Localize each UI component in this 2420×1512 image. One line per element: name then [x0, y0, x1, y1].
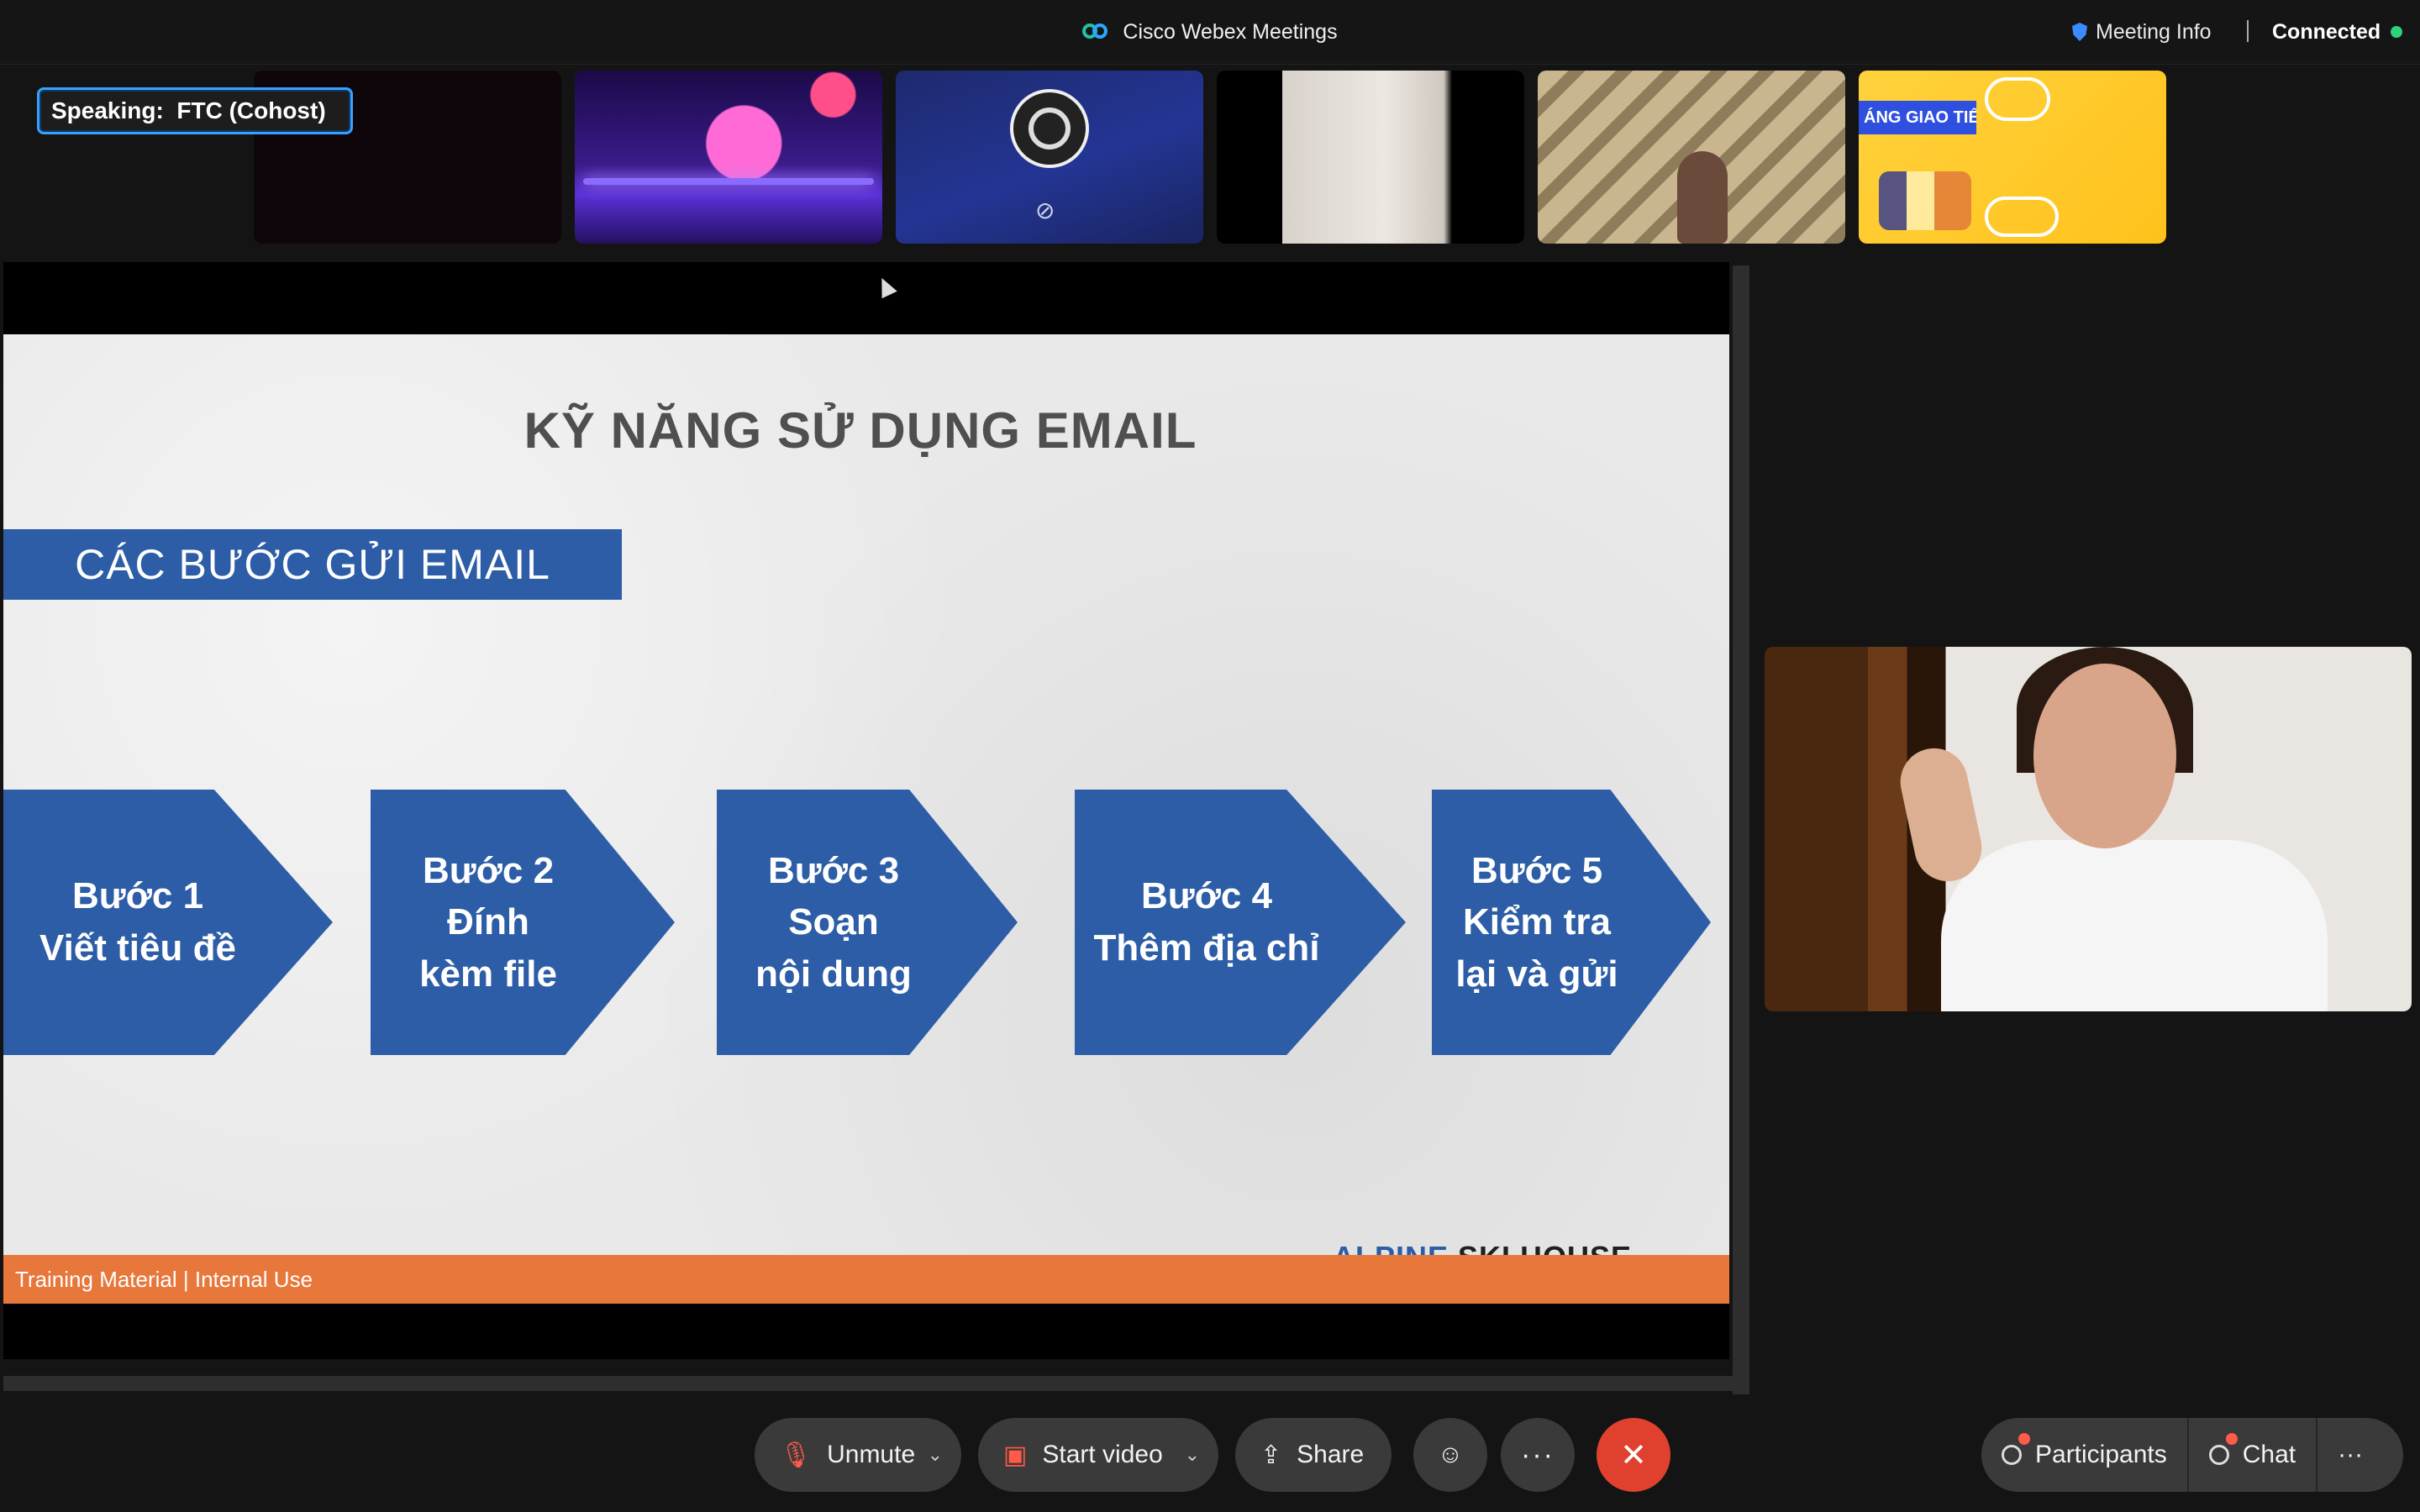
mic-off-icon: 🎙 — [780, 1441, 813, 1469]
step-arrow-5: Bước 5 Kiểm tra lại và gửi — [1432, 790, 1711, 1055]
close-icon: ✕ — [1620, 1437, 1647, 1473]
share-icon: ⇪ — [1260, 1441, 1282, 1469]
notification-badge — [2225, 1433, 2238, 1445]
chat-bubble-icon — [2208, 1445, 2229, 1465]
slide-footer: Training Material | Internal Use — [3, 1255, 1729, 1304]
participants-label: Participants — [2035, 1441, 2167, 1468]
panel-controls: Participants Chat ··· — [1981, 1418, 2403, 1492]
connection-dot-icon — [2391, 26, 2403, 38]
participant-thumbnail-2[interactable] — [575, 71, 882, 244]
title-divider — [2247, 20, 2249, 42]
chat-label: Chat — [2242, 1441, 2296, 1468]
horizontal-scrollbar[interactable] — [3, 1376, 1733, 1391]
step-arrow-2: Bước 2 Đính kèm file — [371, 790, 675, 1055]
share-button[interactable]: ⇪ Share — [1235, 1418, 1392, 1492]
presentation-slide: KỸ NĂNG SỬ DỤNG EMAIL CÁC BƯỚC GỬI EMAIL… — [3, 334, 1729, 1304]
connection-status: Connected — [2272, 18, 2403, 45]
video-off-icon: ⊘ — [1035, 197, 1055, 223]
slide-title: KỸ NĂNG SỬ DỤNG EMAIL — [523, 402, 1197, 459]
speech-bubble-icon — [1985, 197, 2059, 237]
presenter-body — [1941, 840, 2328, 1011]
participant-thumbnail-4[interactable] — [1217, 71, 1524, 244]
person-icon — [2002, 1445, 2022, 1465]
participant-thumbnail-6[interactable]: ÁNG GIAO TIẾP — [1859, 71, 2166, 244]
meeting-info-label: Meeting Info — [2096, 19, 2212, 44]
speaking-indicator: Speaking: FTC (Cohost) — [37, 87, 353, 134]
step-1-text: Bước 1 Viết tiêu đề — [39, 875, 236, 969]
participant-figure — [1677, 151, 1728, 244]
more-icon: ··· — [1521, 1438, 1555, 1471]
notification-badge — [2018, 1433, 2030, 1445]
step-arrow-1: Bước 1 Viết tiêu đề — [3, 790, 333, 1055]
app-title-group: Cisco Webex Meetings — [0, 0, 2420, 64]
panel-overflow-button[interactable]: ··· — [2316, 1418, 2383, 1492]
smiley-icon: ☺ — [1437, 1441, 1464, 1468]
step-5-text: Bước 5 Kiểm tra lại và gửi — [1455, 849, 1618, 995]
video-off-icon: ▣ — [1003, 1441, 1028, 1469]
meeting-info-button[interactable]: Meeting Info — [2072, 18, 2212, 45]
vertical-scrollbar[interactable] — [1733, 265, 1749, 1394]
step-3-text: Bước 3 Soạn nội dung — [755, 849, 912, 995]
unmute-button[interactable]: 🎙 Unmute ⌄ — [755, 1418, 961, 1492]
start-video-label: Start video — [1042, 1441, 1163, 1468]
speech-bubble-icon — [1985, 77, 2050, 121]
app-title: Cisco Webex Meetings — [1123, 19, 1338, 44]
slide-section-label: CÁC BƯỚC GỬI EMAIL — [3, 529, 622, 600]
leave-meeting-button[interactable]: ✕ — [1597, 1418, 1670, 1492]
step-arrow-4: Bước 4 Thêm địa chỉ — [1075, 790, 1406, 1055]
participant-thumbnail-5[interactable] — [1538, 71, 1845, 244]
step-2-text: Bước 2 Đính kèm file — [419, 849, 557, 995]
participants-button[interactable]: Participants — [1981, 1418, 2187, 1492]
step-arrow-3: Bước 3 Soạn nội dung — [717, 790, 1018, 1055]
thumbnail-banner-text: ÁNG GIAO TIẾP — [1859, 101, 1976, 134]
share-label: Share — [1297, 1441, 1365, 1468]
webex-logo-icon — [1082, 22, 1111, 42]
participant-thumbnail-3[interactable]: ⊘ — [896, 71, 1203, 244]
presenter-video[interactable] — [1765, 647, 2412, 1011]
connection-status-label: Connected — [2272, 19, 2381, 44]
start-video-button[interactable]: ▣ Start video ⌄ — [978, 1418, 1218, 1492]
step-4-text: Bước 4 Thêm địa chỉ — [1093, 875, 1320, 969]
chevron-down-icon[interactable]: ⌄ — [1185, 1444, 1200, 1466]
title-bar: Cisco Webex Meetings Meeting Info Connec… — [0, 0, 2420, 65]
presenter-hand — [1894, 742, 1988, 888]
unmute-label: Unmute — [827, 1441, 916, 1468]
reactions-button[interactable]: ☺ — [1413, 1418, 1487, 1492]
chevron-down-icon[interactable]: ⌄ — [928, 1444, 943, 1466]
presenter-face — [2033, 664, 2176, 848]
more-icon: ··· — [2338, 1441, 2364, 1468]
stage-light — [583, 178, 874, 185]
more-options-button[interactable]: ··· — [1501, 1418, 1575, 1492]
illustration-figure — [1879, 171, 1971, 230]
shield-icon — [2072, 23, 2087, 41]
chat-button[interactable]: Chat — [2186, 1418, 2316, 1492]
obs-logo-icon — [1010, 89, 1089, 168]
